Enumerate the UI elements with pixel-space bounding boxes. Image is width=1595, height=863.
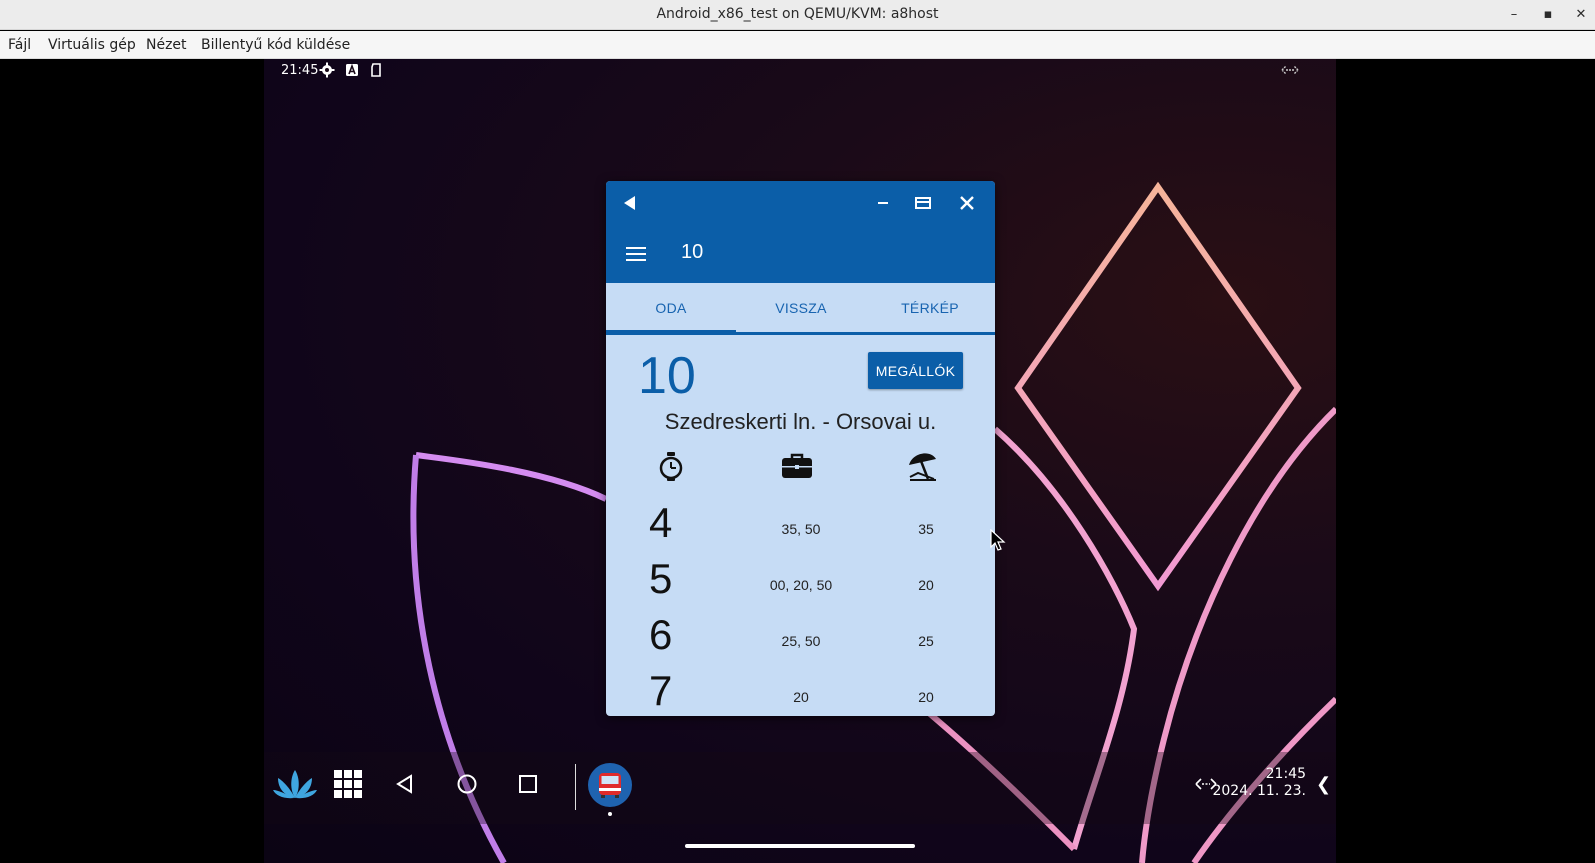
keyboard-a-icon [346,63,358,76]
schedule-row: 5 00, 20, 50 20 [606,555,995,611]
tab-indicator [606,330,736,333]
maximize-button[interactable]: ▪ [1537,4,1559,26]
tab-terkep[interactable]: TÉRKÉP [865,283,995,332]
route-number: 10 [638,347,696,405]
minimize-button[interactable]: – [1503,4,1525,26]
app-grid-icon[interactable] [334,770,362,798]
app-window: 10 ODA VISSZA TÉRKÉP 10 MEGÁLLÓK Szedres… [606,181,995,716]
window-title: Android_x86_test on QEMU/KVM: a8host [656,6,939,22]
close-icon[interactable] [955,191,979,215]
schedule-row: 4 35, 50 35 [606,499,995,555]
recents-icon[interactable] [518,774,538,794]
tab-bar: ODA VISSZA TÉRKÉP [606,283,995,335]
lotus-launcher-icon[interactable] [272,768,318,800]
hour-label: 6 [649,611,673,658]
tab-oda[interactable]: ODA [606,283,736,332]
chevron-left-icon[interactable]: ❮ [1316,774,1331,795]
gear-icon [319,62,335,78]
gesture-home-pill[interactable] [685,844,915,848]
menu-view[interactable]: Nézet [146,37,187,53]
holiday-minutes: 20 [918,577,934,593]
running-indicator [608,812,612,816]
stopwatch-icon [659,452,683,481]
host-menubar: Fájl Virtuális gép Nézet Billentyű kód k… [0,31,1595,59]
hamburger-menu-icon[interactable] [624,242,648,266]
resize-horizontal-icon[interactable] [1280,62,1300,78]
taskbar-divider [575,764,576,810]
hour-label: 5 [649,555,673,602]
back-icon[interactable] [394,773,416,795]
tray-clock[interactable]: 21:45 2024. 11. 23. [1212,766,1306,800]
tray-time: 21:45 [1265,766,1306,782]
status-time: 21:45 [281,63,319,78]
menu-virtual-machine[interactable]: Virtuális gép [48,37,136,53]
bus-app-icon[interactable] [587,762,633,808]
android-screen: 21:45 10 ODA VISSZA TÉRKÉP 10 MEGÁLLÓK S… [264,59,1336,863]
mouse-cursor-icon [990,529,1006,551]
minimize-icon[interactable] [871,191,895,215]
stops-button[interactable]: MEGÁLLÓK [868,352,963,389]
hour-label: 7 [649,667,673,714]
home-icon[interactable] [456,773,478,795]
host-titlebar: Android_x86_test on QEMU/KVM: a8host – ▪… [0,0,1595,30]
app-toolbar: 10 [606,225,995,283]
window-caption [606,181,995,225]
workday-minutes: 25, 50 [781,633,821,649]
menu-send-key[interactable]: Billentyű kód küldése [201,37,350,53]
status-bar: 21:45 [264,59,1336,83]
back-triangle-icon[interactable] [618,191,642,215]
beach-umbrella-icon [909,453,936,481]
schedule-row: 7 20 20 [606,667,995,716]
workday-minutes: 35, 50 [781,521,821,537]
menu-file[interactable]: Fájl [8,37,31,53]
taskbar: 21:45 2024. 11. 23. ❮ [264,752,1336,824]
holiday-minutes: 20 [918,689,934,705]
briefcase-icon [782,453,812,478]
holiday-minutes: 25 [918,633,934,649]
schedule-row: 6 25, 50 25 [606,611,995,667]
holiday-minutes: 35 [918,521,934,537]
close-button[interactable]: ✕ [1570,4,1592,26]
toolbar-title: 10 [681,241,704,263]
restore-icon[interactable] [911,191,935,215]
tray-date: 2024. 11. 23. [1212,783,1306,799]
route-name: Szedreskerti ln. - Orsovai u. [664,409,937,434]
workday-minutes: 20 [793,689,809,705]
hour-label: 4 [649,499,673,546]
sd-card-icon [371,63,381,77]
tab-vissza[interactable]: VISSZA [736,283,866,332]
workday-minutes: 00, 20, 50 [769,577,833,593]
